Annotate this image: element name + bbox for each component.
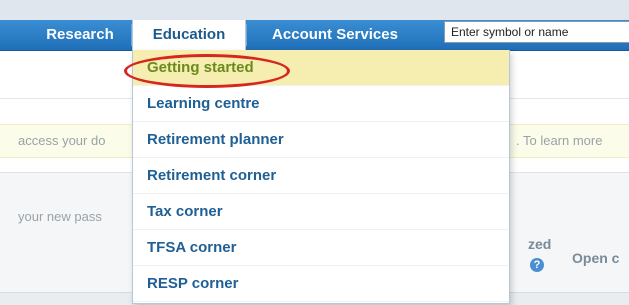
password-text-fragment: your new pass [18,209,102,224]
top-strip [0,0,629,20]
menu-item-getting-started[interactable]: Getting started [133,50,509,86]
menu-item-retirement-planner[interactable]: Retirement planner [133,122,509,158]
column-header-open: Open c [572,250,620,266]
education-dropdown-menu: Getting started Learning centre Retireme… [132,50,510,304]
column-header-fragment: zed [528,236,552,252]
tab-research[interactable]: Research [30,20,130,50]
menu-item-tax-corner[interactable]: Tax corner [133,194,509,230]
symbol-search-input[interactable] [444,21,629,43]
tab-education[interactable]: Education [132,20,246,51]
help-icon[interactable]: ? [530,258,544,272]
notice-text-left: access your do [18,133,106,148]
menu-item-resp-corner[interactable]: RESP corner [133,266,509,302]
menu-item-retirement-corner[interactable]: Retirement corner [133,158,509,194]
notice-text-right[interactable]: . To learn more [516,125,629,157]
menu-item-tfsa-corner[interactable]: TFSA corner [133,230,509,266]
nav-divider [246,24,247,46]
tab-account-services[interactable]: Account Services [248,20,422,50]
menu-item-learning-centre[interactable]: Learning centre [133,86,509,122]
